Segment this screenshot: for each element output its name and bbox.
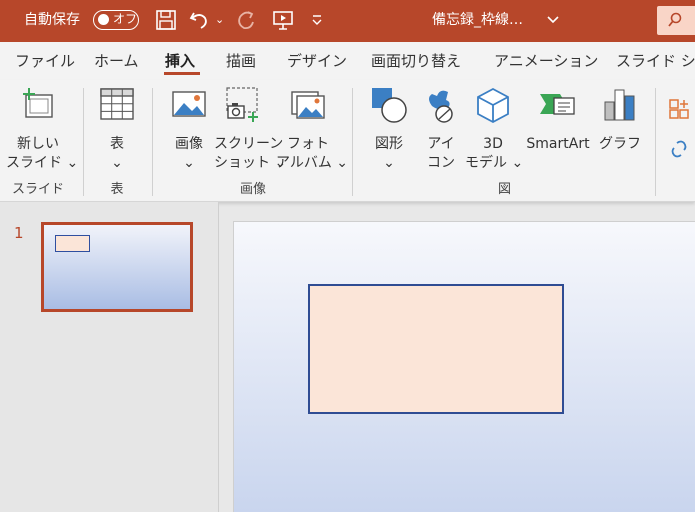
toggle-knob — [98, 14, 109, 25]
photo-album-label-2: アルバム ⌄ — [276, 155, 349, 171]
link-icon[interactable] — [668, 138, 690, 160]
new-slide-label-1: 新しい — [17, 136, 59, 152]
icons-label-2: コン — [427, 155, 455, 171]
title-bar: 自動保存 オフ ⌄ 備忘録_枠線… — [0, 0, 695, 42]
chart-button[interactable]: グラフ — [597, 86, 643, 176]
image-icon — [172, 91, 206, 117]
shapes-label: 図形 — [375, 136, 403, 152]
shapes-icon — [372, 88, 407, 123]
slide-canvas[interactable] — [233, 221, 695, 512]
3d-cube-icon — [477, 87, 509, 124]
tab-slideshow[interactable]: スライド ショ — [616, 42, 695, 80]
chart-label: グラフ — [599, 136, 641, 152]
redo-icon[interactable] — [235, 9, 257, 31]
screenshot-label-1: スクリーン — [214, 136, 284, 152]
filename-dropdown-icon[interactable] — [546, 14, 560, 26]
tab-draw[interactable]: 描画 — [226, 42, 256, 80]
photo-album-icon — [291, 91, 325, 119]
shapes-button[interactable]: 図形 ⌄ — [366, 86, 412, 176]
table-dropdown: ⌄ — [111, 155, 123, 171]
image-button[interactable]: 画像 ⌄ — [166, 86, 212, 176]
3d-models-button[interactable]: 3D モデル ⌄ — [465, 86, 524, 176]
ribbon-separator — [152, 88, 153, 196]
autosave-toggle-label: オフ — [113, 12, 138, 26]
tab-file[interactable]: ファイル — [15, 42, 75, 80]
smartart-label: SmartArt — [526, 136, 590, 152]
shapes-dropdown: ⌄ — [383, 155, 395, 171]
tab-home[interactable]: ホーム — [94, 42, 139, 80]
icons-button[interactable]: アイ コン — [418, 86, 464, 176]
autosave-label: 自動保存 — [24, 12, 80, 28]
smartart-button[interactable]: SmartArt — [522, 86, 594, 176]
slide-thumbnail[interactable] — [41, 222, 193, 312]
slides-panel: 1 — [0, 202, 219, 512]
image-dropdown: ⌄ — [183, 155, 195, 171]
screenshot-button[interactable]: スクリーン ショット ⌄ — [214, 86, 287, 176]
image-label: 画像 — [175, 136, 203, 152]
icons-icon — [429, 90, 453, 123]
addin-icon[interactable] — [668, 98, 690, 120]
new-slide-button[interactable]: 新しい スライド ⌄ — [6, 86, 79, 176]
3d-models-label-1: 3D — [483, 136, 503, 152]
customize-toolbar-icon[interactable] — [310, 9, 324, 31]
slide-number: 1 — [14, 224, 24, 242]
table-icon — [100, 88, 134, 120]
ribbon-insert: 新しい スライド ⌄ スライド 表 ⌄ 表 画像 ⌄ スクリーン ショット ⌄ … — [0, 80, 695, 202]
active-tab-indicator — [164, 72, 200, 75]
photo-album-button[interactable]: フォト アルバム ⌄ — [276, 86, 349, 176]
new-slide-label-2: スライド ⌄ — [6, 155, 79, 171]
save-icon[interactable] — [155, 9, 177, 31]
new-slide-icon — [23, 88, 53, 118]
thumbnail-rectangle — [55, 235, 90, 252]
3d-models-label-2: モデル ⌄ — [465, 155, 524, 171]
tab-design[interactable]: デザイン — [287, 42, 347, 80]
tab-animations[interactable]: アニメーション — [494, 42, 598, 80]
tab-transitions[interactable]: 画面切り替え — [371, 42, 461, 80]
document-filename[interactable]: 備忘録_枠線… — [432, 0, 523, 40]
autosave-toggle[interactable]: オフ — [93, 10, 139, 30]
screenshot-icon — [226, 87, 258, 122]
group-label-table: 表 — [110, 182, 124, 197]
undo-icon[interactable] — [188, 9, 210, 31]
undo-dropdown-icon[interactable]: ⌄ — [215, 0, 224, 40]
ribbon-separator — [655, 88, 656, 196]
smartart-icon — [540, 94, 575, 115]
table-button[interactable]: 表 ⌄ — [92, 86, 142, 176]
chart-icon — [604, 89, 635, 121]
photo-album-label-1: フォト — [287, 136, 329, 152]
presentation-icon[interactable] — [272, 9, 294, 31]
icons-label-1: アイ — [427, 136, 455, 152]
group-label-slides: スライド — [11, 182, 64, 197]
search-box[interactable] — [657, 6, 695, 35]
rectangle-shape[interactable] — [308, 284, 564, 414]
screenshot-label-2: ショット ⌄ — [214, 155, 287, 171]
ribbon-separator — [352, 88, 353, 196]
ribbon-separator — [83, 88, 84, 196]
group-label-images: 画像 — [239, 182, 266, 197]
ribbon-tabs: ファイル ホーム 挿入 描画 デザイン 画面切り替え アニメーション スライド … — [0, 42, 695, 80]
search-icon — [668, 12, 682, 27]
group-label-illustrations: 図 — [497, 182, 511, 197]
table-label: 表 — [110, 136, 124, 152]
